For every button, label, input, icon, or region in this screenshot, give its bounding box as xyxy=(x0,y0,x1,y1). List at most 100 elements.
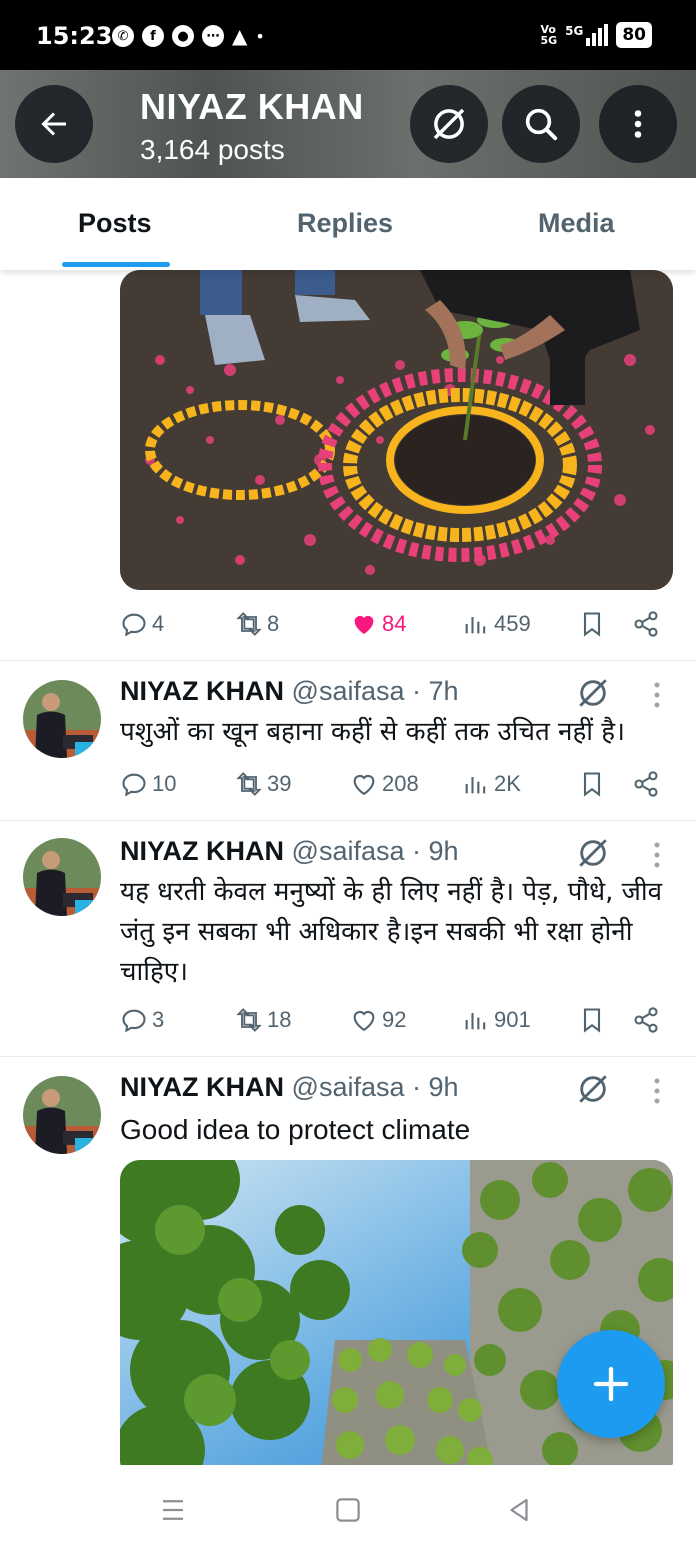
reply-button[interactable]: 4 xyxy=(120,610,164,638)
retweet-button[interactable]: 39 xyxy=(235,770,291,798)
heart-icon xyxy=(353,1010,375,1032)
tweet-header: NIYAZ KHAN @saifasa · 7h xyxy=(120,676,459,707)
author-handle[interactable]: @saifasa xyxy=(292,1072,405,1102)
whatsapp-icon: ✆ xyxy=(112,25,134,47)
views-count: 459 xyxy=(494,611,531,636)
tweet-header: NIYAZ KHAN @saifasa · 9h xyxy=(120,1072,459,1103)
message-icon: ⋯ xyxy=(202,25,224,47)
back-button[interactable] xyxy=(15,85,93,163)
author-name[interactable]: NIYAZ KHAN xyxy=(120,1072,284,1102)
tab-posts[interactable]: Posts xyxy=(78,208,152,239)
views-button[interactable]: 459 xyxy=(462,610,531,638)
facebook-icon: f xyxy=(142,25,164,47)
search-button[interactable] xyxy=(502,85,580,163)
views-chart-icon xyxy=(465,617,486,634)
back-nav-icon[interactable] xyxy=(504,1495,534,1525)
recent-apps-icon[interactable] xyxy=(158,1495,188,1525)
avatar[interactable] xyxy=(23,838,101,916)
more-vertical-icon[interactable] xyxy=(650,680,664,710)
reply-icon xyxy=(122,613,146,637)
signal-icon: 5G xyxy=(565,24,609,46)
share-icon xyxy=(634,611,658,637)
drive-icon: ▲ xyxy=(232,24,248,48)
heart-filled-icon xyxy=(354,615,374,634)
tab-replies[interactable]: Replies xyxy=(297,208,393,239)
retweet-icon xyxy=(236,612,262,636)
tweet-divider xyxy=(0,660,696,661)
grok-icon[interactable] xyxy=(576,676,610,710)
views-count: 901 xyxy=(494,1007,531,1032)
like-button[interactable]: 84 xyxy=(350,610,406,638)
reply-count: 4 xyxy=(152,611,165,636)
more-vertical-icon[interactable] xyxy=(650,1076,664,1106)
compose-post-button[interactable] xyxy=(557,1330,665,1438)
timeline-feed[interactable]: 4 8 84 459 NIYAZ KHAN @saifasa · 7h पशुओ… xyxy=(0,270,696,1465)
retweet-button[interactable]: 8 xyxy=(235,610,279,638)
reply-icon xyxy=(122,1009,146,1033)
like-button[interactable]: 92 xyxy=(350,1006,406,1034)
bookmark-button[interactable] xyxy=(578,770,606,798)
plus-icon xyxy=(593,1366,629,1402)
like-count: 208 xyxy=(382,771,419,796)
status-right: Vo 5G 5G 80 xyxy=(540,22,652,48)
tweet-actions: 4 8 84 459 xyxy=(120,610,665,644)
search-icon xyxy=(525,108,558,141)
share-button[interactable] xyxy=(632,770,660,798)
author-handle[interactable]: @saifasa xyxy=(292,676,405,706)
active-tab-indicator xyxy=(62,262,170,267)
tab-media[interactable]: Media xyxy=(538,208,615,239)
profile-header: NIYAZ KHAN 3,164 posts xyxy=(0,70,696,178)
header-name: NIYAZ KHAN xyxy=(140,86,364,127)
tweet-text: पशुओं का खून बहाना कहीं से कहीं तक उचित … xyxy=(120,717,625,747)
tweet-actions: 3 18 92 901 xyxy=(120,1006,665,1040)
views-button[interactable]: 901 xyxy=(462,1006,531,1034)
network-type: 5G xyxy=(565,24,584,38)
tweet-time: · 7h xyxy=(412,676,459,706)
bookmark-button[interactable] xyxy=(578,610,606,638)
reply-button[interactable]: 10 xyxy=(120,770,176,798)
avatar[interactable] xyxy=(23,680,101,758)
author-name[interactable]: NIYAZ KHAN xyxy=(120,836,284,866)
retweet-button[interactable]: 18 xyxy=(235,1006,291,1034)
bookmark-icon xyxy=(583,772,601,797)
like-button[interactable]: 208 xyxy=(350,770,419,798)
views-chart-icon xyxy=(465,777,486,794)
avatar[interactable] xyxy=(23,1076,101,1154)
home-icon[interactable] xyxy=(333,1495,363,1525)
tweet-header: NIYAZ KHAN @saifasa · 9h xyxy=(120,836,459,867)
grok-icon[interactable] xyxy=(576,1072,610,1106)
like-count: 84 xyxy=(382,611,407,636)
share-button[interactable] xyxy=(632,610,660,638)
grok-button[interactable] xyxy=(410,85,488,163)
system-navigation-bar xyxy=(0,1465,696,1555)
bookmark-icon xyxy=(583,612,601,637)
share-icon xyxy=(634,771,658,797)
bookmark-button[interactable] xyxy=(578,1006,606,1034)
author-name[interactable]: NIYAZ KHAN xyxy=(120,676,284,706)
dot-icon: • xyxy=(255,26,265,46)
chat-icon: ● xyxy=(172,25,194,47)
notification-icons: ✆ f ● ⋯ ▲ • xyxy=(112,24,265,48)
status-time: 15:23 xyxy=(36,22,113,50)
header-posts-count: 3,164 posts xyxy=(140,134,285,165)
more-vertical-icon xyxy=(634,110,642,138)
retweet-icon xyxy=(236,1008,262,1032)
tweet-divider xyxy=(0,820,696,821)
tweet-divider xyxy=(0,1056,696,1057)
tweet-text: Good idea to protect climate xyxy=(120,1114,471,1145)
share-button[interactable] xyxy=(632,1006,660,1034)
back-arrow-icon xyxy=(41,112,66,136)
status-bar: 15:23 ✆ f ● ⋯ ▲ • Vo 5G 5G 80 xyxy=(0,0,696,70)
author-handle[interactable]: @saifasa xyxy=(292,836,405,866)
tweet-actions: 10 39 208 2K xyxy=(120,770,665,804)
heart-icon xyxy=(353,774,375,796)
volte-indicator: Vo 5G xyxy=(540,23,558,47)
more-vertical-icon[interactable] xyxy=(650,840,664,870)
retweet-count: 39 xyxy=(267,771,292,796)
reply-button[interactable]: 3 xyxy=(120,1006,164,1034)
tweet-text: यह धरती केवल मनुष्यों के ही लिए नहीं है।… xyxy=(120,877,663,987)
views-button[interactable]: 2K xyxy=(462,770,521,798)
more-options-button[interactable] xyxy=(599,85,677,163)
tweet-photo-tree-planting[interactable] xyxy=(120,270,673,590)
grok-icon[interactable] xyxy=(576,836,610,870)
